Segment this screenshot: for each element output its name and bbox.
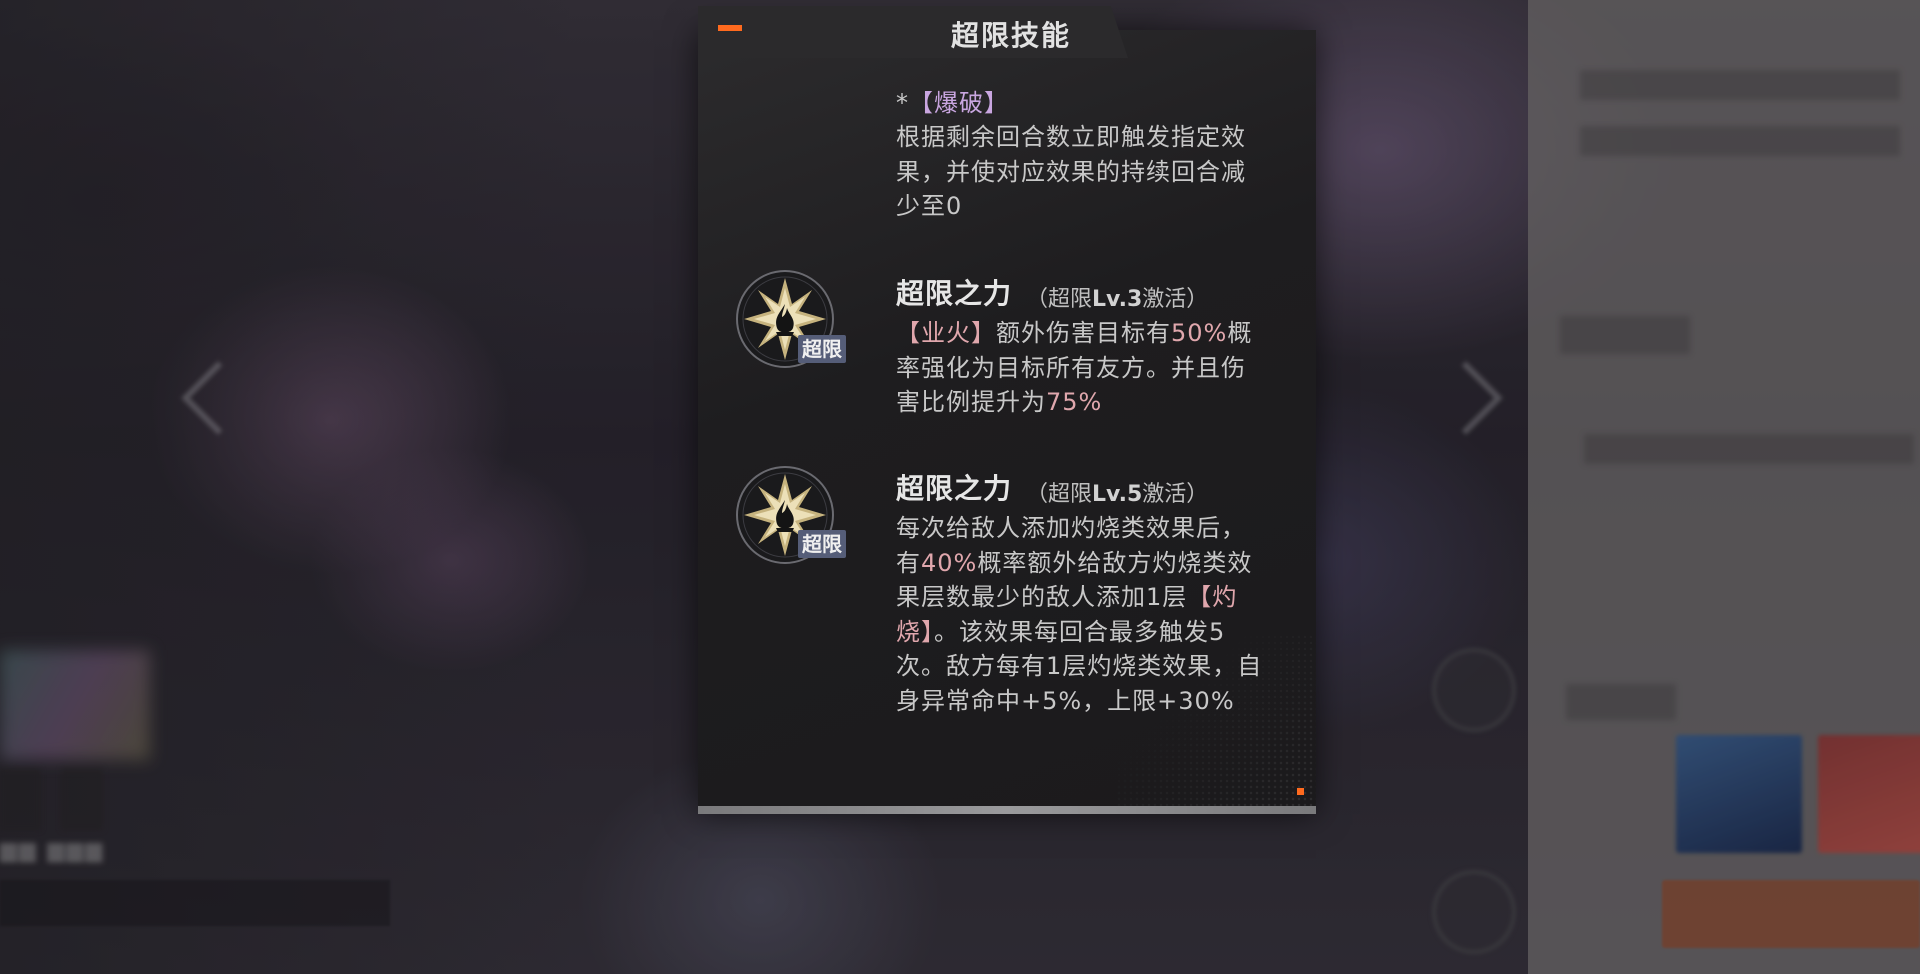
skill-activation-level: （超限Lv.3激活） (1026, 287, 1209, 312)
description-line: 少至0 (896, 192, 963, 220)
highlighted-text: 75% (1046, 388, 1103, 416)
explosion-tag: 【爆破】 (909, 89, 1009, 117)
skill-title: 超限之力 (896, 277, 1013, 310)
description-line: 有40%概率额外给敌方灼烧类效 (896, 546, 1262, 581)
description-text: 。该效果每回合最多触发5 (934, 617, 1226, 646)
description-line: 【业火】额外伤害目标有50%概 (896, 316, 1252, 351)
highlighted-text: 【灼 (1187, 583, 1238, 611)
highlighted-text: 50% (1171, 319, 1228, 347)
corner-accent-mark (1297, 788, 1304, 795)
description-line: 烧】。该效果每回合最多触发5 (896, 615, 1262, 650)
description-line: 根据剩余回合数立即触发指定效 (896, 123, 1246, 151)
cut-off-text-line: ▂▂▂ ▂▂▂▂▂▂▂▂▂▂▂ (896, 44, 1179, 58)
description-line: 每次给敌人添加灼烧类效果后， (896, 511, 1262, 546)
description-text: 次。敌方每有1层灼烧类效果，自 (896, 652, 1263, 680)
description-line: 果，并使对应效果的持续回合减 (896, 157, 1246, 186)
skill-title: 超限之力 (896, 472, 1013, 505)
skill-activation-level: （超限Lv.5激活） (1026, 482, 1209, 507)
overlimit-badge: 超限 (798, 530, 846, 558)
dialog-bottom-bar (698, 806, 1316, 814)
description-text: 身异常命中+5%，上限+30% (896, 686, 1235, 715)
skill-description: 每次给敌人添加灼烧类效果后， 有40%概率额外给敌方灼烧类效 果层数最少的敌人添加1… (896, 511, 1262, 718)
description-line: 率强化为目标所有友方。并且伤 (896, 351, 1252, 386)
description-line: 果层数最少的敌人添加1层【灼 (896, 580, 1262, 615)
description-text: 有 (896, 548, 921, 577)
highlighted-text: 【业火】 (896, 319, 996, 347)
description-text: 果层数最少的敌人添加1层 (896, 583, 1188, 611)
description-text: 每次给敌人添加灼烧类效果后， (896, 514, 1246, 542)
description-line: 次。敌方每有1层灼烧类效果，自 (896, 649, 1262, 684)
description-text: 率强化为目标所有友方。并且伤 (896, 353, 1246, 382)
description-text: 概率额外给敌方灼烧类效 (977, 548, 1253, 577)
description-text: 额外伤害目标有 (996, 319, 1171, 347)
highlighted-text: 40% (921, 548, 978, 577)
skill-description: 【业火】额外伤害目标有50%概 率强化为目标所有友方。并且伤 害比例提升为75% (896, 316, 1252, 420)
overlimit-level: Lv.3 (1092, 287, 1143, 312)
explosion-tag-line: *【爆破】 (896, 86, 1009, 121)
description-line: 害比例提升为75% (896, 385, 1252, 420)
description-text: 概 (1227, 319, 1253, 347)
highlighted-text: 烧】 (896, 617, 934, 646)
overlimit-badge: 超限 (798, 335, 846, 363)
description-text: 害比例提升为 (896, 388, 1046, 416)
bullet-mark: * (896, 89, 909, 117)
description-line: 身异常命中+5%，上限+30% (896, 684, 1262, 719)
overlimit-level: Lv.5 (1092, 482, 1143, 507)
explosion-description: 根据剩余回合数立即触发指定效 果，并使对应效果的持续回合减 少至0 (896, 120, 1246, 224)
